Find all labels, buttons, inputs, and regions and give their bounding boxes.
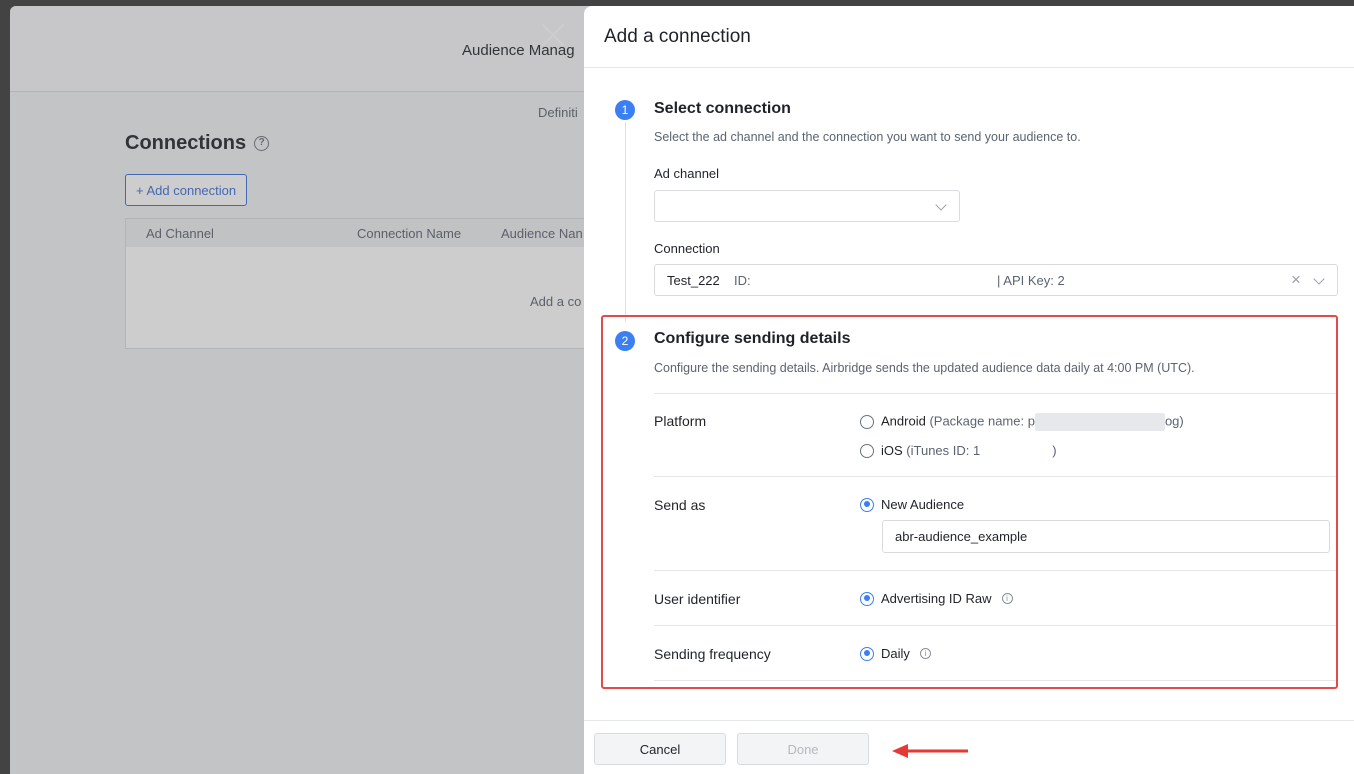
done-button[interactable]: Done <box>737 733 869 765</box>
radio-daily[interactable] <box>860 646 874 661</box>
divider <box>654 570 1338 571</box>
add-connection-button[interactable]: + Add connection <box>125 174 248 206</box>
android-package-name: (Package name: p <box>929 413 1035 429</box>
daily-label: Daily <box>881 646 910 661</box>
platform-option-ios[interactable]: iOS (iTunes ID: 1) <box>860 443 1057 458</box>
step-connector-line <box>625 122 626 322</box>
chevron-down-icon <box>1313 273 1325 285</box>
help-icon[interactable]: ? <box>254 136 270 151</box>
radio-advertising-id[interactable] <box>860 591 874 606</box>
cancel-button[interactable]: Cancel <box>594 733 726 765</box>
ad-channel-label: Ad channel <box>654 166 720 181</box>
audience-name-input[interactable] <box>882 520 1330 553</box>
divider <box>654 393 1338 394</box>
android-package-suffix: og) <box>1164 413 1184 429</box>
divider <box>654 476 1338 477</box>
ios-label: iOS <box>881 443 903 458</box>
column-header-audience-name: Audience Nan <box>501 226 583 241</box>
radio-ios[interactable] <box>860 443 874 458</box>
step-2-description: Configure the sending details. Airbridge… <box>654 361 1195 375</box>
add-connection-drawer: Add a connection 1 Select connection Sel… <box>584 6 1354 774</box>
empty-state-text: Add a co <box>530 294 582 309</box>
android-label: Android <box>881 413 926 429</box>
connection-id: ID: <box>734 273 751 288</box>
connections-title: Connections <box>125 132 247 154</box>
new-audience-label: New Audience <box>881 497 965 512</box>
user-identifier-label: User identifier <box>654 591 741 607</box>
info-icon[interactable]: i <box>1001 593 1013 604</box>
info-icon[interactable]: i <box>919 648 931 659</box>
column-header-ad-channel: Ad Channel <box>146 226 214 241</box>
send-as-option-new-audience[interactable]: New Audience <box>860 497 964 512</box>
step-2-title: Configure sending details <box>654 330 851 347</box>
drawer-footer: Cancel Done <box>584 720 1354 774</box>
table-header: Ad Channel Connection Name Audience Nan <box>126 219 604 247</box>
redacted-block <box>1034 413 1165 431</box>
arrow-annotation-icon <box>892 744 968 758</box>
page-title: Audience Manag <box>462 42 575 59</box>
connections-heading: Connections ? <box>125 132 270 155</box>
ad-channel-select[interactable] <box>654 190 960 222</box>
step-1-description: Select the ad channel and the connection… <box>654 130 1081 144</box>
sending-frequency-label: Sending frequency <box>654 646 771 662</box>
connection-label: Connection <box>654 241 720 256</box>
tab-definition[interactable]: Definiti <box>538 105 578 120</box>
divider <box>654 625 1338 626</box>
radio-android[interactable] <box>860 415 874 429</box>
ios-itunes-suffix: ) <box>1052 443 1057 458</box>
platform-label: Platform <box>654 413 707 429</box>
column-header-connection-name: Connection Name <box>357 226 462 241</box>
connection-api-key: | API Key: 2 <box>997 273 1065 288</box>
ios-itunes-id: (iTunes ID: 1 <box>906 443 981 458</box>
step-2-badge: 2 <box>615 331 635 351</box>
radio-new-audience[interactable] <box>860 497 874 512</box>
drawer-header: Add a connection <box>584 6 1354 68</box>
connections-table: Ad Channel Connection Name Audience Nan … <box>125 218 605 349</box>
send-as-label: Send as <box>654 497 706 513</box>
user-identifier-option[interactable]: Advertising ID Raw i <box>860 591 1013 606</box>
divider <box>654 680 1338 681</box>
clear-icon[interactable]: × <box>1291 270 1301 290</box>
step-1-title: Select connection <box>654 100 791 117</box>
platform-option-android[interactable]: Android (Package name: p og) <box>860 413 1184 431</box>
drawer-title: Add a connection <box>604 26 751 47</box>
connection-select[interactable]: Test_222 ID: | API Key: 2 × <box>654 264 1338 296</box>
chevron-down-icon <box>935 199 947 211</box>
connection-name: Test_222 <box>667 273 720 288</box>
step-1-badge: 1 <box>615 100 635 120</box>
sending-frequency-option[interactable]: Daily i <box>860 646 931 661</box>
advertising-id-label: Advertising ID Raw <box>881 591 992 606</box>
